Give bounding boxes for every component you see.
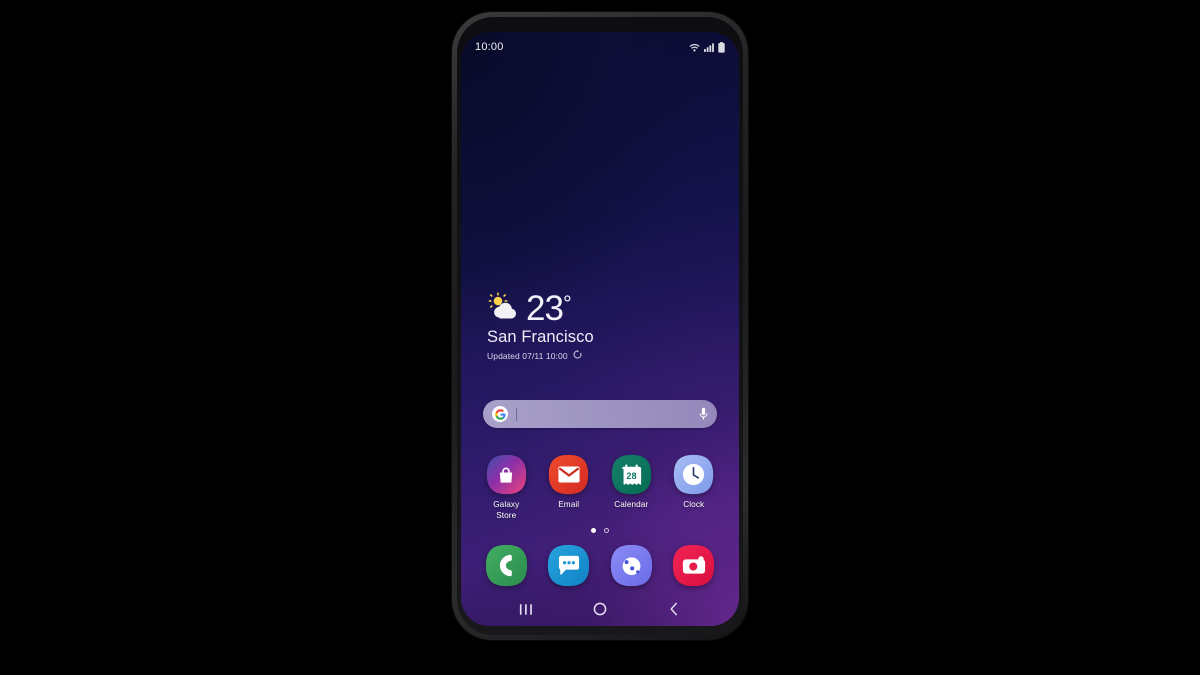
sun-behind-cloud-icon: [487, 291, 522, 324]
weather-headline: 23°: [487, 289, 594, 328]
dock-icon-phone[interactable]: [475, 544, 538, 587]
dock-icon-messages[interactable]: [538, 544, 601, 587]
home-screen-app-grid: Galaxy Store Email 28 Calendar Clock: [475, 454, 725, 521]
refresh-icon[interactable]: [573, 350, 582, 361]
cellular-signal-icon: [704, 42, 714, 52]
dock-bar: [475, 544, 725, 587]
app-icon-email[interactable]: Email: [538, 454, 601, 521]
galaxy-store-icon: [486, 454, 527, 495]
google-search-bar[interactable]: [483, 400, 717, 428]
navigation-bar: [461, 592, 739, 626]
recents-icon[interactable]: [509, 592, 543, 626]
phone-device-frame: 10:00 23° San Francisco Updated 07/11 10…: [452, 12, 748, 640]
weather-updated-text: Updated 07/11 10:00: [487, 350, 568, 361]
home-circle-icon[interactable]: [583, 592, 617, 626]
camera-icon: [672, 544, 715, 587]
weather-city-name: San Francisco: [487, 328, 594, 346]
back-chevron-icon[interactable]: [657, 592, 691, 626]
page-indicator: [461, 528, 739, 533]
email-icon: [548, 454, 589, 495]
wifi-icon: [689, 43, 700, 52]
status-bar-clock: 10:00: [475, 41, 504, 53]
status-bar: 10:00: [461, 32, 739, 62]
screenshot-canvas: 10:00 23° San Francisco Updated 07/11 10…: [0, 0, 1200, 675]
app-label-calendar: Calendar: [614, 500, 649, 509]
app-icon-galaxy-store[interactable]: Galaxy Store: [475, 454, 538, 521]
microphone-icon[interactable]: [699, 407, 708, 421]
messages-icon: [547, 544, 590, 587]
app-label-email: Email: [558, 500, 580, 509]
app-icon-calendar[interactable]: 28 Calendar: [600, 454, 663, 521]
page-dot-active[interactable]: [591, 528, 596, 533]
dock-icon-internet[interactable]: [600, 544, 663, 587]
phone-icon: [485, 544, 528, 587]
calendar-icon: 28: [611, 454, 652, 495]
weather-temperature: 23°: [526, 289, 572, 328]
app-label-clock: Clock: [683, 500, 705, 509]
calendar-date-number: 28: [626, 470, 636, 480]
battery-icon: [718, 41, 725, 53]
app-label-galaxy-store: Galaxy Store: [493, 500, 520, 520]
phone-screen[interactable]: 10:00 23° San Francisco Updated 07/11 10…: [461, 32, 739, 626]
app-icon-clock[interactable]: Clock: [663, 454, 726, 521]
search-input[interactable]: [516, 407, 517, 421]
weather-updated-row: Updated 07/11 10:00: [487, 350, 594, 361]
page-dot-inactive[interactable]: [604, 528, 609, 533]
clock-icon: [673, 454, 714, 495]
samsung-internet-icon: [610, 544, 653, 587]
dock-icon-camera[interactable]: [663, 544, 726, 587]
status-bar-icons: [689, 41, 725, 53]
weather-widget[interactable]: 23° San Francisco Updated 07/11 10:00: [487, 290, 594, 361]
google-g-logo: [492, 406, 508, 422]
